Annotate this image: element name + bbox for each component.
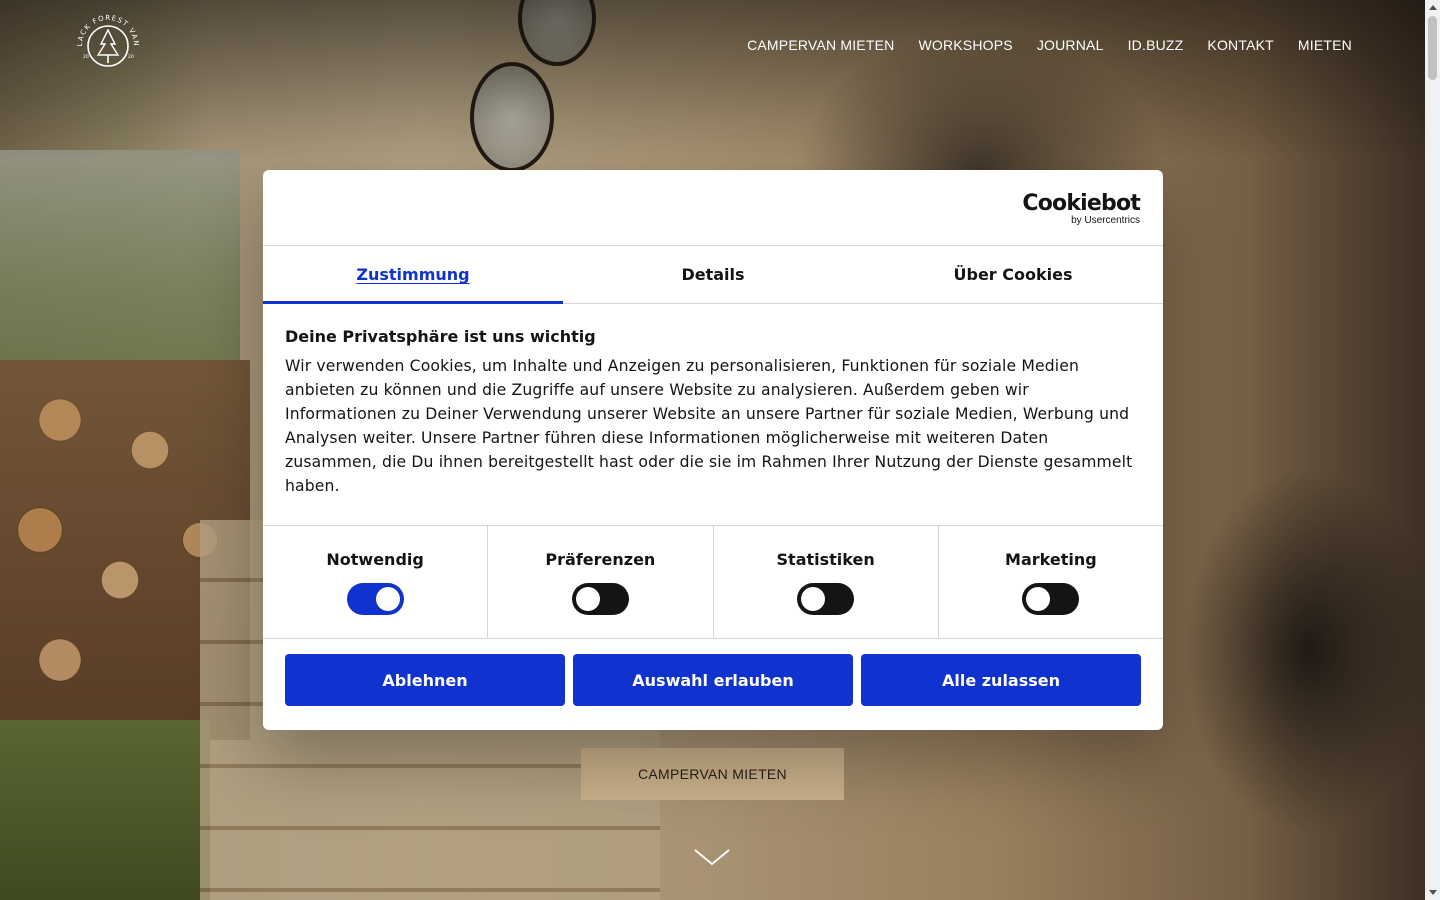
page-scrollbar[interactable] <box>1425 0 1440 900</box>
cookiebot-logo[interactable]: Cookiebot by Usercentrics <box>1022 193 1140 226</box>
nav-item-campervan-mieten[interactable]: CAMPERVAN MIETEN <box>747 36 894 54</box>
dialog-tabs: Zustimmung Details Über Cookies <box>263 246 1163 304</box>
ablehnen-button[interactable]: Ablehnen <box>285 654 565 706</box>
category-praeferenzen: Präferenzen <box>487 526 712 638</box>
notwendig-toggle[interactable] <box>346 583 404 615</box>
consent-categories: Notwendig Präferenzen Statistiken Market… <box>263 525 1163 639</box>
svg-text:20: 20 <box>128 54 134 60</box>
campervan-mieten-button[interactable]: CAMPERVAN MIETEN <box>581 748 844 800</box>
chevron-down-icon <box>694 849 730 866</box>
tab-zustimmung[interactable]: Zustimmung <box>263 246 563 304</box>
dialog-header: Cookiebot by Usercentrics <box>263 170 1163 246</box>
statistiken-toggle[interactable] <box>797 583 855 615</box>
alle-zulassen-button[interactable]: Alle zulassen <box>861 654 1141 706</box>
consent-description: Wir verwenden Cookies, um Inhalte und An… <box>285 357 1133 495</box>
nav-item-kontakt[interactable]: KONTAKT <box>1207 36 1273 54</box>
cookiebot-brand-name: Cookiebot <box>1022 191 1140 216</box>
category-notwendig: Notwendig <box>263 526 487 638</box>
toggle-knob <box>375 587 400 611</box>
cookie-consent-dialog: Cookiebot by Usercentrics Zustimmung Det… <box>263 170 1163 730</box>
consent-actions: Ablehnen Auswahl erlauben Alle zulassen <box>263 639 1163 706</box>
praeferenzen-toggle[interactable] <box>571 583 629 615</box>
scroll-up-arrow-icon[interactable] <box>1429 5 1437 10</box>
tree-logo-icon: BLACK FOREST VANS 20 20 <box>72 10 140 67</box>
nav-item-mieten[interactable]: MIETEN <box>1298 36 1352 54</box>
nav-item-workshops[interactable]: WORKSHOPS <box>918 36 1012 54</box>
tab-ueber-cookies[interactable]: Über Cookies <box>863 246 1163 303</box>
main-navigation: CAMPERVAN MIETEN WORKSHOPS JOURNAL ID.BU… <box>747 36 1352 54</box>
marketing-toggle[interactable] <box>1022 583 1080 615</box>
cookiebot-brand-by: by Usercentrics <box>1071 215 1140 226</box>
auswahl-erlauben-button[interactable]: Auswahl erlauben <box>573 654 853 706</box>
category-statistiken: Statistiken <box>712 526 938 638</box>
scroll-down-button[interactable] <box>694 848 730 870</box>
category-label: Marketing <box>1005 550 1097 569</box>
svg-text:20: 20 <box>83 54 89 60</box>
nav-item-id-buzz[interactable]: ID.BUZZ <box>1128 36 1184 54</box>
toggle-knob <box>801 587 826 611</box>
scroll-down-arrow-icon[interactable] <box>1429 890 1437 895</box>
consent-heading: Deine Privatsphäre ist uns wichtig <box>285 327 596 346</box>
category-label: Statistiken <box>776 550 875 569</box>
tab-details[interactable]: Details <box>563 246 863 303</box>
scrollbar-thumb[interactable] <box>1428 16 1437 80</box>
category-label: Notwendig <box>326 550 424 569</box>
category-marketing: Marketing <box>937 526 1163 638</box>
site-logo[interactable]: BLACK FOREST VANS 20 20 <box>72 10 144 82</box>
category-label: Präferenzen <box>545 550 656 569</box>
nav-item-journal[interactable]: JOURNAL <box>1037 36 1104 54</box>
svg-text:BLACK FOREST VANS: BLACK FOREST VANS <box>72 10 140 47</box>
toggle-knob <box>1026 587 1051 611</box>
toggle-knob <box>575 587 600 611</box>
consent-body: Deine Privatsphäre ist uns wichtig Wir v… <box>263 304 1163 525</box>
